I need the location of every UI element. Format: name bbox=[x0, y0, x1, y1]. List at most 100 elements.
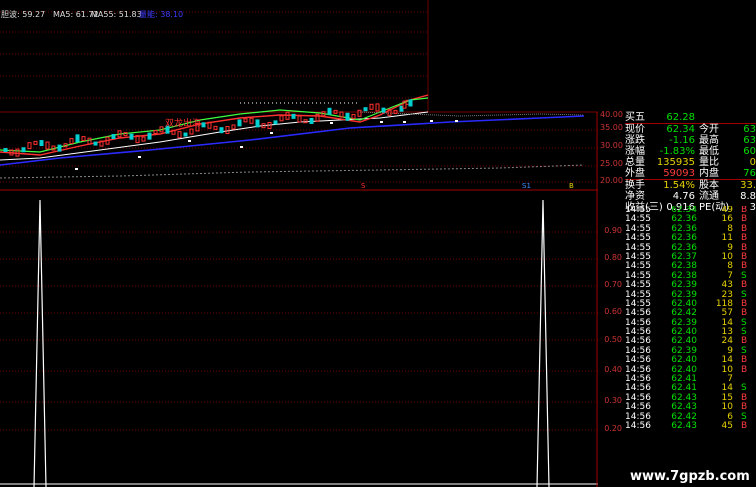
axis-label: 0.60 bbox=[604, 307, 622, 316]
quote-value: 76 bbox=[743, 168, 756, 179]
ma-white-line bbox=[0, 111, 429, 161]
candle bbox=[27, 142, 32, 150]
spike-right bbox=[536, 199, 550, 487]
candle bbox=[255, 119, 260, 128]
candle bbox=[147, 132, 152, 140]
candle bbox=[3, 148, 8, 152]
quote-value: 0 bbox=[749, 157, 756, 168]
quote-label: 买五 bbox=[625, 112, 645, 123]
quote-row: 换手 1.54% 股本 33. bbox=[625, 180, 756, 191]
quote-value: 62.28 bbox=[666, 112, 695, 123]
quote-label: 涨幅 bbox=[625, 146, 645, 157]
tick-list[interactable]: 14:55 62.34 49 B 14:55 62.36 16 B 14:55 62.36 8 B 14… bbox=[625, 206, 756, 441]
axis-label: 0.40 bbox=[604, 365, 622, 374]
candle bbox=[351, 113, 356, 119]
quote-label: 现价 bbox=[625, 124, 645, 135]
candle bbox=[225, 126, 230, 135]
quote-label: 内盘 bbox=[699, 168, 719, 179]
quote-value: 63 bbox=[743, 135, 756, 146]
axis-label: 0.90 bbox=[604, 226, 622, 235]
quote-label: 今开 bbox=[699, 124, 719, 135]
axis-label: 35.00 bbox=[600, 123, 623, 132]
quote-value: 63 bbox=[743, 124, 756, 135]
candle bbox=[111, 134, 116, 140]
quote-value: 8.8 bbox=[740, 191, 756, 202]
quote-label: 涨跌 bbox=[625, 135, 645, 146]
candle bbox=[129, 133, 134, 140]
candle bbox=[309, 117, 314, 124]
legend-first: 胆波: 59.27 bbox=[1, 9, 45, 19]
candle bbox=[141, 136, 146, 142]
axis-label: 0.30 bbox=[604, 396, 622, 405]
axis-label: 0.50 bbox=[604, 335, 622, 344]
quote-value: 4.76 bbox=[672, 191, 695, 202]
quote-label: 股本 bbox=[699, 180, 719, 191]
quote-label: 最高 bbox=[699, 135, 719, 146]
tick-time: 14:56 bbox=[625, 420, 651, 431]
quote-value: 1.54% bbox=[663, 180, 695, 191]
quote-label: 总量 bbox=[625, 157, 645, 168]
candle bbox=[87, 137, 92, 145]
tick-side: B bbox=[741, 420, 748, 431]
candle bbox=[345, 112, 350, 121]
candle bbox=[45, 141, 50, 150]
tick-row: 14:56 62.43 45 B bbox=[625, 420, 756, 431]
candle bbox=[363, 107, 368, 112]
candle bbox=[15, 148, 20, 157]
axis-label: 0.20 bbox=[604, 424, 622, 433]
candle bbox=[81, 136, 86, 142]
ma-dotted-line bbox=[0, 164, 585, 179]
marker-s: S bbox=[361, 182, 366, 190]
quote-label: 最低 bbox=[699, 146, 719, 157]
candle bbox=[273, 120, 278, 125]
quote-row: 总量 135935 量比 0 bbox=[625, 157, 756, 168]
quote-label: 流通 bbox=[699, 191, 719, 202]
quote-value: 59093 bbox=[663, 168, 695, 179]
candle bbox=[297, 115, 302, 123]
candle bbox=[327, 107, 332, 115]
candle bbox=[369, 103, 374, 110]
candle bbox=[357, 109, 362, 117]
candle bbox=[75, 134, 80, 143]
pattern-annotation: 双龙出海 bbox=[165, 117, 201, 129]
candle bbox=[249, 117, 254, 124]
quote-value: 33. bbox=[740, 180, 756, 191]
quote-value: 60 bbox=[743, 146, 756, 157]
candle bbox=[237, 119, 242, 127]
candle bbox=[93, 141, 98, 146]
axis-label: 25.00 bbox=[600, 159, 623, 168]
axis-label: 20.00 bbox=[600, 176, 623, 185]
candle bbox=[279, 115, 284, 122]
spike-left bbox=[33, 199, 47, 487]
marker-b: B bbox=[569, 182, 574, 190]
indicator-panel bbox=[0, 199, 598, 487]
candle bbox=[213, 125, 218, 130]
axis-label: 0.80 bbox=[604, 253, 622, 262]
candle bbox=[381, 107, 386, 113]
candle bbox=[231, 124, 236, 130]
candle bbox=[21, 147, 26, 153]
indicator-legend: 胆波: 59.27 MA5: 61.72 MA55: 51.83 量能: 38.… bbox=[1, 9, 183, 19]
candle bbox=[177, 131, 182, 139]
quote-row: 涨跌 -1.16 最高 63 bbox=[625, 135, 756, 146]
quote-label: 量比 bbox=[699, 157, 719, 168]
candle bbox=[189, 128, 194, 135]
tick-price: 62.43 bbox=[671, 420, 697, 431]
quote-row: 净资 4.76 流通 8.8 bbox=[625, 191, 756, 202]
candle bbox=[123, 132, 128, 137]
candle bbox=[69, 138, 74, 145]
quote-value: -1.16 bbox=[669, 135, 695, 146]
candle bbox=[33, 140, 38, 145]
quote-row: 涨幅 -1.83% 最低 60 bbox=[625, 146, 756, 157]
quote-label: 换手 bbox=[625, 180, 645, 191]
candle bbox=[153, 129, 158, 134]
quote-value: 62.34 bbox=[666, 124, 695, 135]
marker-s1: S1 bbox=[522, 182, 531, 190]
price-panel: 双龙出海 S S1 B bbox=[0, 0, 598, 191]
quote-row: 现价 62.34 今开 63 bbox=[625, 124, 756, 135]
axis-label: 30.00 bbox=[600, 141, 623, 150]
quote-value: 135935 bbox=[656, 157, 695, 168]
candle bbox=[39, 140, 44, 147]
kline-chart[interactable]: 双龙出海 S S1 B 胆波: 59.27 MA5: 61.72 MA55: 5… bbox=[0, 0, 598, 487]
candle bbox=[57, 144, 62, 152]
